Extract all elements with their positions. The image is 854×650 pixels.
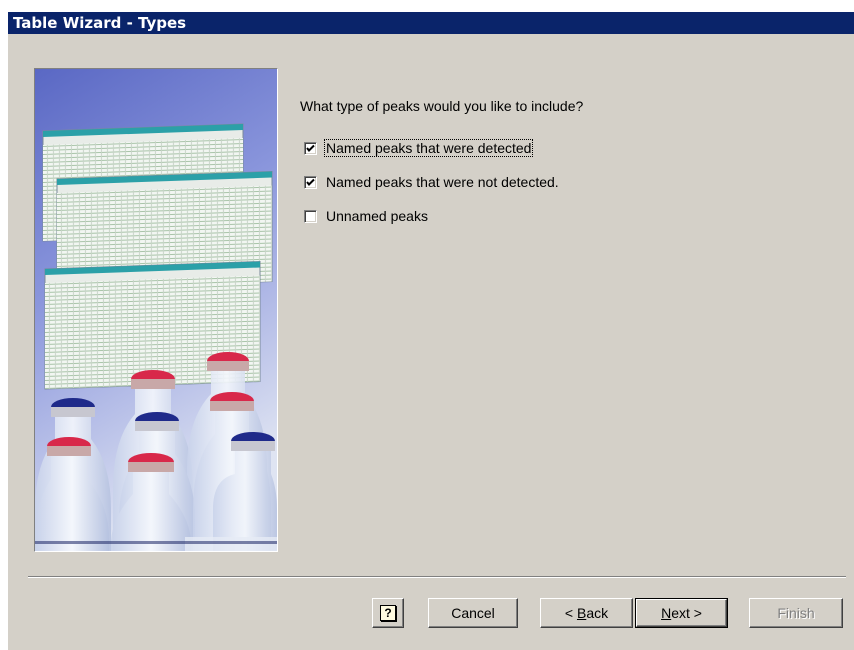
back-label: < Back [564, 605, 609, 621]
finish-button[interactable]: Finish [749, 598, 843, 628]
named-detected-option[interactable]: Named peaks that were detected [304, 138, 534, 158]
help-button[interactable]: ? [372, 598, 404, 628]
next-label: Next > [661, 605, 702, 621]
named-not-detected-label[interactable]: Named peaks that were not detected. [325, 174, 560, 190]
next-button[interactable]: Next > [635, 598, 728, 628]
help-question-icon: ? [380, 605, 396, 621]
unnamed-peaks-option[interactable]: Unnamed peaks [304, 206, 429, 226]
unnamed-peaks-label[interactable]: Unnamed peaks [325, 208, 429, 224]
window-title: Table Wizard - Types [13, 14, 187, 32]
button-divider [28, 576, 846, 578]
cancel-label: Cancel [451, 605, 495, 621]
named-detected-label[interactable]: Named peaks that were detected [323, 139, 534, 157]
peak-type-question: What type of peaks would you like to inc… [300, 98, 584, 114]
back-button[interactable]: < Back [540, 598, 633, 628]
checkmark-icon [306, 144, 315, 152]
wizard-side-image [34, 68, 278, 552]
named-detected-checkbox[interactable] [304, 141, 317, 155]
finish-label: Finish [777, 605, 815, 621]
checkmark-icon [306, 178, 315, 186]
table-wizard-dialog: Table Wizard - Types What type of peaks … [7, 11, 854, 650]
named-not-detected-checkbox[interactable] [304, 175, 317, 189]
named-not-detected-option[interactable]: Named peaks that were not detected. [304, 172, 560, 192]
cancel-button[interactable]: Cancel [428, 598, 518, 628]
unnamed-peaks-checkbox[interactable] [304, 209, 317, 223]
title-bar: Table Wizard - Types [8, 12, 854, 34]
